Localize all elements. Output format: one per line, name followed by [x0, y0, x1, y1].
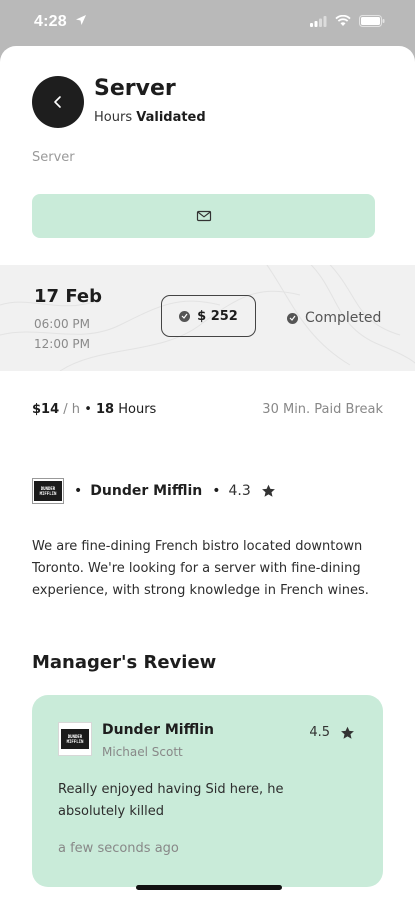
break-info: 30 Min. Paid Break: [262, 402, 383, 417]
back-button[interactable]: [32, 76, 84, 128]
employer-logo: DUNDER MIFFLIN: [32, 478, 64, 504]
hours-status: Hours Validated: [94, 110, 206, 125]
review-timestamp: a few seconds ago: [58, 841, 179, 856]
hours-label: Hours: [94, 110, 133, 125]
mail-icon: [196, 210, 211, 222]
star-icon: [341, 726, 354, 739]
battery-icon: [359, 15, 385, 27]
employer-name: Dunder Mifflin: [90, 483, 203, 499]
reviewer-company: Dunder Mifflin: [102, 722, 214, 738]
chevron-left-icon: [54, 96, 61, 108]
shift-status: Completed: [287, 310, 381, 326]
shift-start-time: 06:00 PM: [34, 317, 90, 331]
reviewer-name: Michael Scott: [102, 745, 183, 759]
rate-unit: / h: [63, 402, 81, 417]
logo-text: DUNDER MIFFLIN: [34, 481, 62, 501]
status-time: 4:28: [34, 13, 67, 30]
star-icon: [261, 484, 275, 497]
hours-unit: Hours: [118, 402, 157, 417]
hourly-rate: $14: [32, 402, 60, 417]
page-title: Server: [94, 76, 176, 101]
employer-row[interactable]: DUNDER MIFFLIN • Dunder Mifflin • 4.3: [32, 478, 276, 504]
status-bar: 4:28: [0, 0, 415, 46]
check-circle-icon: [179, 310, 191, 322]
status-icons: [310, 15, 385, 27]
message-button[interactable]: [32, 194, 375, 238]
check-circle-icon: [287, 312, 298, 324]
pay-details-row: $14 / h • 18 Hours 30 Min. Paid Break: [32, 402, 383, 417]
review-rating-value: 4.5: [309, 725, 330, 740]
wifi-icon: [335, 15, 351, 26]
hours-value: 18: [96, 402, 115, 417]
separator-dot: •: [212, 483, 221, 499]
job-description: We are fine-dining French bistro located…: [32, 539, 369, 598]
pay-amount-badge[interactable]: $ 252: [161, 295, 256, 337]
shift-status-label: Completed: [305, 310, 382, 326]
home-indicator: [136, 885, 282, 890]
separator-dot: •: [84, 402, 96, 417]
separator-dot: •: [74, 483, 83, 499]
review-heading: Manager's Review: [32, 652, 217, 673]
shift-detail-sheet: Server Hours Validated Server 17 Feb 06:…: [0, 46, 415, 900]
pay-amount: $ 252: [197, 308, 238, 324]
review-card: DUNDER MIFFLIN Dunder Mifflin Michael Sc…: [32, 695, 383, 887]
shift-end-time: 12:00 PM: [34, 337, 90, 351]
logo-text: DUNDER MIFFLIN: [61, 729, 89, 749]
shift-date: 17 Feb: [34, 286, 102, 307]
employer-rating: 4.3: [228, 483, 251, 499]
signal-icon: [310, 15, 327, 27]
location-arrow-icon: [76, 15, 86, 25]
reviewer-logo: DUNDER MIFFLIN: [58, 722, 92, 756]
review-text: Really enjoyed having Sid here, he absol…: [58, 782, 284, 819]
shift-summary: 17 Feb 06:00 PM 12:00 PM $ 252 Completed: [0, 265, 415, 371]
review-rating: 4.5: [309, 725, 355, 740]
role-label: Server: [32, 150, 75, 165]
validated-label: Validated: [136, 110, 206, 125]
